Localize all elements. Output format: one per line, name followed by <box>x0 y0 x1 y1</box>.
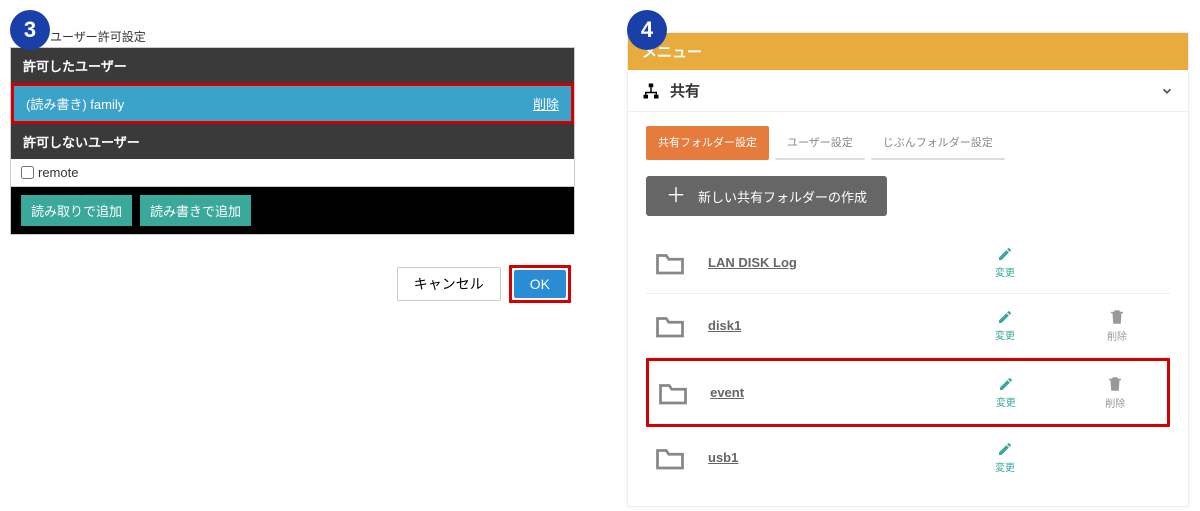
tab-shared-folder-settings[interactable]: 共有フォルダー設定 <box>646 126 769 160</box>
folder-delete-action[interactable]: 削除 <box>1072 308 1162 343</box>
folder-delete-action[interactable]: 削除 <box>1072 375 1159 410</box>
folder-row-disk1: disk1 変更 削除 <box>646 294 1170 358</box>
ok-button[interactable]: OK <box>514 270 566 298</box>
folder-name-link[interactable]: usb1 <box>708 450 938 465</box>
change-label: 変更 <box>995 331 1015 342</box>
new-shared-folder-button[interactable]: ＋ 新しい共有フォルダーの作成 <box>646 176 887 216</box>
folder-icon <box>654 313 686 339</box>
folder-icon <box>654 445 686 471</box>
folder-list: LAN DISK Log 変更 disk1 変更 削除 <box>628 232 1188 506</box>
sitemap-icon <box>642 82 660 100</box>
allowed-user-delete-link[interactable]: 削除 <box>533 94 559 113</box>
folder-row-landisklog: LAN DISK Log 変更 <box>646 232 1170 294</box>
step-badge-3: 3 <box>10 10 50 50</box>
menu-container: メニュー 共有 共有フォルダー設定 ユーザー設定 じぶんフォルダー設定 ＋ 新し… <box>627 32 1189 507</box>
cancel-button[interactable]: キャンセル <box>397 267 501 301</box>
denied-user-label: remote <box>38 165 78 180</box>
folder-icon <box>657 380 688 406</box>
user-permission-box: 許可したユーザー (読み書き) family 削除 許可しないユーザー remo… <box>10 47 575 235</box>
new-folder-label: 新しい共有フォルダーの作成 <box>698 187 867 206</box>
allowed-user-row[interactable]: (読み書き) family 削除 <box>11 83 574 124</box>
allowed-users-header: 許可したユーザー <box>11 48 574 83</box>
folder-row-usb1: usb1 変更 <box>646 427 1170 488</box>
tab-user-settings[interactable]: ユーザー設定 <box>775 126 865 160</box>
folder-change-action[interactable]: 変更 <box>960 441 1050 474</box>
folder-change-action[interactable]: 変更 <box>960 309 1050 342</box>
change-label: 変更 <box>995 268 1015 279</box>
denied-user-checkbox[interactable] <box>21 166 34 179</box>
delete-label: 削除 <box>1105 399 1125 410</box>
tab-own-folder-settings[interactable]: じぶんフォルダー設定 <box>871 126 1005 160</box>
allowed-user-label: (読み書き) family <box>26 94 124 113</box>
share-section-header[interactable]: 共有 <box>628 70 1188 112</box>
folder-icon <box>654 250 686 276</box>
add-readwrite-button[interactable]: 読み書きで追加 <box>140 195 251 226</box>
delete-label: 削除 <box>1107 332 1127 343</box>
chevron-down-icon <box>1160 84 1174 98</box>
add-readonly-button[interactable]: 読み取りで追加 <box>21 195 132 226</box>
user-permission-title: ユーザー許可設定 <box>50 10 575 45</box>
folder-name-link[interactable]: disk1 <box>708 318 938 333</box>
add-actions-row: 読み取りで追加 読み書きで追加 <box>11 187 574 234</box>
plus-icon: ＋ <box>666 186 686 206</box>
tabs-row: 共有フォルダー設定 ユーザー設定 じぶんフォルダー設定 <box>628 112 1188 168</box>
step-badge-4: 4 <box>627 10 667 50</box>
folder-name-link[interactable]: event <box>710 385 940 400</box>
dialog-actions: キャンセル OK <box>10 265 575 303</box>
folder-row-event: event 変更 削除 <box>646 358 1170 427</box>
folder-name-link[interactable]: LAN DISK Log <box>708 255 938 270</box>
folder-change-action[interactable]: 変更 <box>962 376 1049 409</box>
change-label: 変更 <box>995 463 1015 474</box>
change-label: 変更 <box>996 398 1016 409</box>
folder-change-action[interactable]: 変更 <box>960 246 1050 279</box>
menu-title: メニュー <box>628 33 1188 70</box>
denied-user-row[interactable]: remote <box>11 159 574 187</box>
ok-highlight-frame: OK <box>509 265 571 303</box>
denied-users-header: 許可しないユーザー <box>11 124 574 159</box>
share-title-label: 共有 <box>670 80 700 101</box>
